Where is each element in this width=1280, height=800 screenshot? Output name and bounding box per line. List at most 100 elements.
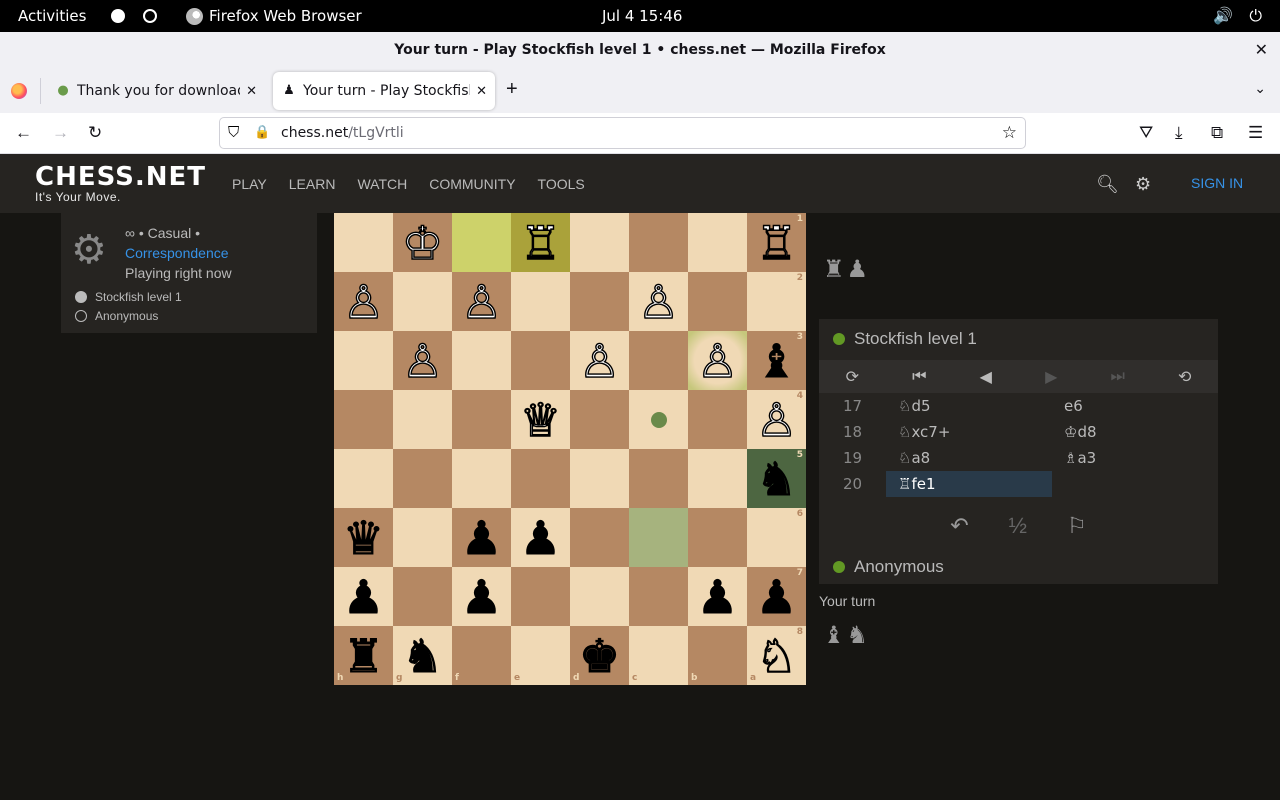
board-square[interactable] — [393, 272, 452, 331]
white-piece[interactable]: ♙ — [401, 337, 444, 384]
board-square[interactable]: ♟ — [452, 567, 511, 626]
volume-icon[interactable]: 🔊 — [1213, 6, 1233, 26]
new-tab-icon[interactable]: + — [506, 78, 518, 101]
extensions-icon[interactable]: ⧉ — [1211, 123, 1223, 143]
tab-downloads[interactable]: ● Thank you for downloading ✕ — [47, 72, 265, 110]
white-move[interactable]: ♘d5 — [886, 393, 1052, 419]
board-square[interactable]: ♖ — [511, 213, 570, 272]
pocket-icon[interactable]: ⛛ — [1139, 123, 1153, 143]
sign-in-link[interactable]: SIGN IN — [1191, 175, 1243, 191]
board-square[interactable]: ♔ — [393, 213, 452, 272]
board-square[interactable] — [570, 272, 629, 331]
black-piece[interactable]: ♚ — [578, 632, 620, 679]
board-square[interactable] — [688, 272, 747, 331]
white-piece[interactable]: ♙ — [578, 337, 621, 384]
white-piece[interactable]: ♕ — [519, 396, 562, 443]
board-square[interactable]: c — [629, 626, 688, 685]
board-square[interactable] — [393, 390, 452, 449]
white-piece[interactable]: ♙ — [460, 278, 503, 325]
menu-learn[interactable]: LEARN — [289, 176, 336, 192]
board-square[interactable] — [629, 567, 688, 626]
first-move-icon[interactable]: ⏮ — [912, 368, 926, 386]
board-square[interactable]: ♝ 3 — [747, 331, 806, 390]
board-square[interactable] — [688, 508, 747, 567]
reload-icon[interactable]: ↻ — [88, 123, 102, 143]
player-name[interactable]: Anonymous — [854, 557, 944, 577]
board-square[interactable]: ♛ — [334, 508, 393, 567]
board-square[interactable]: e — [511, 626, 570, 685]
tab-chess-game[interactable]: ♟ Your turn - Play Stockfish ✕ — [273, 72, 495, 110]
workspace-indicator[interactable] — [143, 9, 157, 23]
takeback-icon[interactable]: ↶ — [950, 513, 968, 539]
game-type-link[interactable]: Correspondence — [125, 245, 229, 261]
board-square[interactable]: ♙ — [570, 331, 629, 390]
black-piece[interactable]: ♟ — [519, 514, 561, 561]
board-square[interactable]: ♟ — [452, 508, 511, 567]
white-move[interactable]: ♘xc7+ — [886, 419, 1052, 445]
lock-icon[interactable]: 🔒 — [254, 124, 270, 140]
white-piece[interactable]: ♖ — [755, 219, 798, 266]
board-square[interactable]: ♜ h — [334, 626, 393, 685]
board-square[interactable] — [570, 449, 629, 508]
player-entry-white[interactable]: Anonymous — [75, 309, 158, 323]
black-move[interactable]: e6 — [1052, 393, 1218, 419]
black-piece[interactable]: ♝ — [755, 337, 797, 384]
last-move-icon[interactable]: ⏭ — [1111, 368, 1125, 386]
window-close-icon[interactable]: ✕ — [1255, 40, 1268, 60]
previous-move-icon[interactable]: ◀ — [980, 367, 992, 387]
white-piece[interactable]: ♙ — [696, 337, 739, 384]
black-piece[interactable]: ♞ — [755, 455, 797, 502]
board-square[interactable]: ♙ — [334, 272, 393, 331]
black-piece[interactable]: ♟ — [460, 573, 502, 620]
white-piece[interactable]: ♔ — [401, 219, 444, 266]
board-square[interactable] — [511, 272, 570, 331]
black-piece[interactable]: ♞ — [401, 632, 443, 679]
board-square[interactable]: 2 — [747, 272, 806, 331]
board-square[interactable] — [629, 449, 688, 508]
black-piece[interactable]: ♟ — [696, 573, 738, 620]
offer-draw-button[interactable]: ½ — [1009, 513, 1027, 539]
board-square[interactable] — [334, 449, 393, 508]
workspace-indicator-active[interactable] — [111, 9, 125, 23]
menu-community[interactable]: COMMUNITY — [429, 176, 515, 192]
black-piece[interactable]: ♛ — [342, 514, 384, 561]
board-square[interactable] — [570, 508, 629, 567]
board-square[interactable]: ♟ — [688, 567, 747, 626]
board-square[interactable] — [688, 390, 747, 449]
board-square[interactable] — [393, 449, 452, 508]
power-icon[interactable]: ⏻ — [1249, 6, 1262, 26]
board-square[interactable]: ♚ d — [570, 626, 629, 685]
board-square[interactable]: ♖ 1 — [747, 213, 806, 272]
back-arrow-icon[interactable]: ← — [15, 123, 32, 143]
board-square[interactable]: ♙ 4 — [747, 390, 806, 449]
system-tray[interactable]: 🔊 ⏻ — [1213, 6, 1262, 26]
board-square[interactable] — [511, 567, 570, 626]
list-tabs-chevron-icon[interactable]: ⌄ — [1254, 80, 1266, 97]
bookmark-star-icon[interactable]: ☆ — [1002, 123, 1017, 143]
black-piece[interactable]: ♟ — [755, 573, 797, 620]
board-square[interactable] — [629, 508, 688, 567]
gear-icon[interactable]: ⚙ — [1135, 174, 1151, 195]
board-square[interactable] — [452, 390, 511, 449]
board-square[interactable] — [570, 390, 629, 449]
shield-icon[interactable]: ⛉ — [228, 124, 239, 141]
board-square[interactable]: f — [452, 626, 511, 685]
board-square[interactable] — [688, 449, 747, 508]
board-square[interactable]: ♙ — [688, 331, 747, 390]
board-square[interactable] — [334, 213, 393, 272]
black-piece[interactable]: ♟ — [460, 514, 502, 561]
board-square[interactable]: ♘ 8 a — [747, 626, 806, 685]
white-piece[interactable]: ♘ — [755, 632, 798, 679]
url-text[interactable]: chess.net/tLgVrtli — [281, 125, 404, 141]
board-square[interactable]: 6 — [747, 508, 806, 567]
site-logo[interactable]: CHESS.NET It's Your Move. — [35, 162, 206, 204]
board-square[interactable]: ♙ — [452, 272, 511, 331]
app-menu[interactable]: Firefox Web Browser — [186, 7, 362, 25]
menu-tools[interactable]: TOOLS — [538, 176, 585, 192]
board-square[interactable]: ♙ — [393, 331, 452, 390]
board-square[interactable] — [334, 331, 393, 390]
black-move[interactable] — [1052, 471, 1218, 497]
board-square[interactable]: b — [688, 626, 747, 685]
board-square[interactable] — [570, 567, 629, 626]
board-square[interactable]: ♙ — [629, 272, 688, 331]
